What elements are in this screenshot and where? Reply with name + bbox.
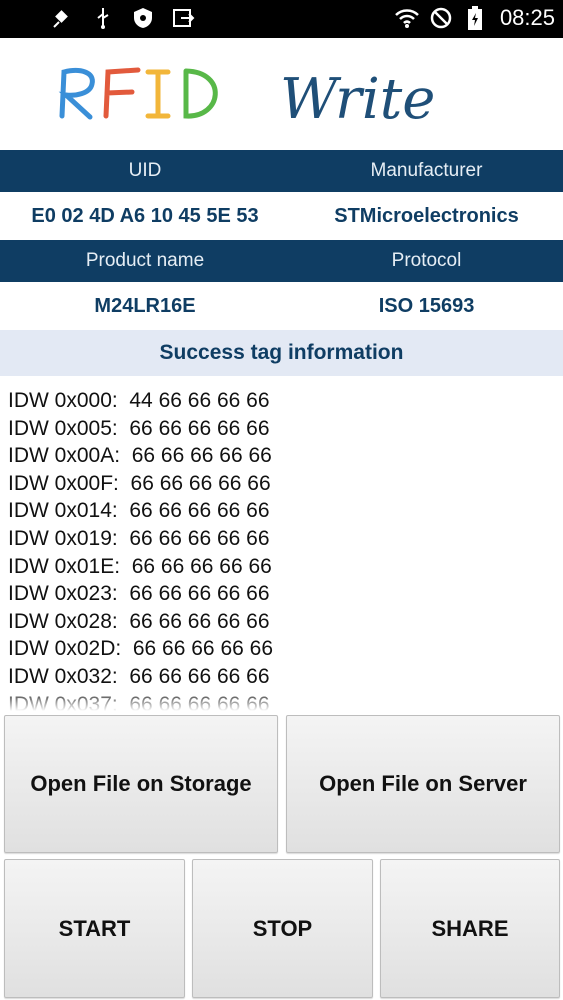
product-value: M24LR16E: [94, 294, 196, 317]
rfid-write-logo: Write: [58, 67, 435, 132]
product-label: Product name: [85, 250, 205, 271]
memory-dump-list[interactable]: IDW 0x000: 44 66 66 66 66 IDW 0x005: 66 …: [8, 387, 558, 711]
product-value-row: M24LR16E ISO 15693: [0, 282, 563, 330]
protocol-value: ISO 15693: [378, 294, 475, 317]
dump-line: IDW 0x023: 66 66 66 66 66: [8, 582, 270, 606]
dump-line: IDW 0x00A: 66 66 66 66 66: [8, 444, 272, 468]
no-disturb-icon: [428, 5, 454, 31]
uid-header-row: UID Manufacturer: [0, 150, 563, 192]
status-time: 08:25: [499, 5, 555, 30]
screenshot-icon: [170, 5, 196, 31]
dump-line: IDW 0x028: 66 66 66 66 66: [8, 609, 270, 633]
status-right-icons: 08:25: [394, 5, 555, 31]
dump-line: IDW 0x032: 66 66 66 66 66: [8, 664, 270, 688]
dump-line: IDW 0x019: 66 66 66 66 66: [8, 526, 270, 550]
dump-line: IDW 0x02D: 66 66 66 66 66: [8, 637, 273, 661]
dump-line: IDW 0x00F: 66 66 66 66 66: [8, 471, 271, 495]
usb-icon: [90, 5, 116, 31]
protocol-label: Protocol: [391, 250, 462, 271]
shield-icon: [130, 5, 156, 31]
stop-button[interactable]: STOP: [192, 859, 373, 998]
dump-line: IDW 0x037: 66 66 66 66 66: [8, 692, 270, 711]
dump-line: IDW 0x01E: 66 66 66 66 66: [8, 554, 272, 578]
status-bar: 08:25: [0, 0, 563, 38]
success-title: Success tag information: [0, 330, 563, 376]
uid-label: UID: [128, 160, 162, 181]
dump-line: IDW 0x005: 66 66 66 66 66: [8, 416, 270, 440]
status-left-icons: [50, 5, 196, 31]
dump-line: IDW 0x000: 44 66 66 66 66: [8, 389, 270, 412]
dump-line: IDW 0x014: 66 66 66 66 66: [8, 499, 270, 523]
wifi-icon: [394, 5, 420, 31]
open-file-server-button[interactable]: Open File on Server: [286, 715, 560, 853]
manufacturer-label: Manufacturer: [370, 160, 483, 181]
battery-charging-icon: [462, 5, 488, 31]
start-button[interactable]: START: [4, 859, 185, 998]
uid-value-row: E0 02 4D A6 10 45 5E 53 STMicroelectroni…: [0, 192, 563, 240]
open-file-storage-button[interactable]: Open File on Storage: [4, 715, 278, 853]
product-header-row: Product name Protocol: [0, 240, 563, 282]
banner-word-write: Write: [280, 67, 435, 132]
app-banner: Write: [0, 38, 563, 150]
manufacturer-value: STMicroelectronics: [334, 204, 519, 227]
uid-value: E0 02 4D A6 10 45 5E 53: [31, 204, 259, 227]
satellite-icon: [50, 5, 76, 31]
share-button[interactable]: SHARE: [380, 859, 560, 998]
